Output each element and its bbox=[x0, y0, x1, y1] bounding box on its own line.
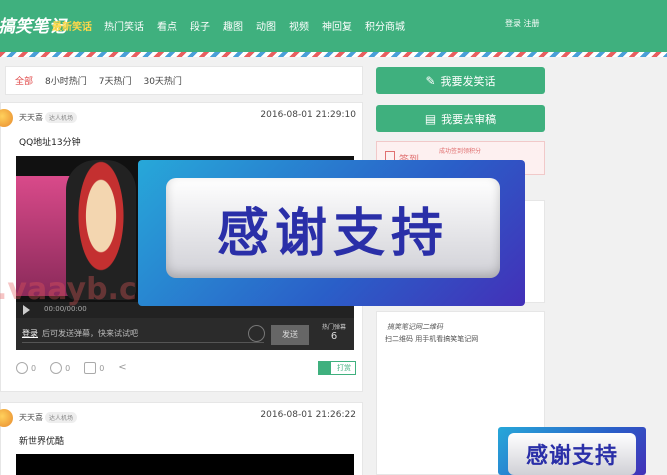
avatar[interactable] bbox=[0, 409, 13, 427]
header-stripe bbox=[0, 52, 667, 57]
hot-danmaku-count: 6 bbox=[330, 331, 338, 342]
post-timestamp: 2016-08-01 21:26:22 bbox=[260, 410, 356, 420]
reward-label: 打赏 bbox=[337, 364, 351, 372]
user-level-badge: 达人机场 bbox=[45, 112, 78, 123]
site-header: 搞笑笔记 最新笑话 热门笑话 看点 段子 趣图 动图 视频 神回复 积分商城 登… bbox=[0, 0, 667, 52]
video-player[interactable] bbox=[16, 454, 354, 475]
thanks-badge-text: 感谢支持 bbox=[525, 443, 618, 469]
nav-item-points-mall[interactable]: 积分商城 bbox=[365, 18, 405, 33]
danmaku-input[interactable]: 登录 后可发送弹幕，快来试试吧 bbox=[22, 325, 264, 343]
smile-icon bbox=[16, 362, 28, 374]
review-label: 我要去审稿 bbox=[441, 112, 497, 126]
avatar[interactable] bbox=[0, 109, 13, 127]
like-button[interactable]: 0 bbox=[16, 362, 36, 374]
post-card: 天天喜 达人机场 2016-08-01 21:26:22 新世界优酷 bbox=[0, 402, 363, 475]
post-timestamp: 2016-08-01 21:29:10 bbox=[260, 110, 356, 120]
user-level-badge: 达人机场 bbox=[45, 412, 78, 423]
post-title[interactable]: QQ地址13分钟 bbox=[19, 135, 81, 148]
danmaku-login-link[interactable]: 登录 bbox=[22, 329, 38, 338]
gift-icon bbox=[319, 362, 331, 374]
danmaku-send-button[interactable]: 发送 bbox=[271, 325, 309, 345]
nav-item-duanzi[interactable]: 段子 bbox=[190, 18, 210, 33]
post-title[interactable]: 新世界优酷 bbox=[19, 434, 64, 447]
document-icon: ▤ bbox=[424, 111, 437, 126]
post-actions: 0 0 0 < bbox=[16, 362, 128, 374]
latest-jokes-link[interactable]: 最新笑话 bbox=[52, 18, 92, 33]
thanks-overlay-plate: 感谢支持 bbox=[166, 178, 500, 278]
post-joke-label: 我要发笑话 bbox=[440, 74, 496, 88]
post-joke-button[interactable]: ✎ 我要发笑话 bbox=[376, 67, 545, 94]
danmaku-bar: 登录 后可发送弹幕，快来试试吧 发送 热门弹幕 6 bbox=[16, 318, 354, 350]
qr-title: 搞笑笔记网二维码 bbox=[387, 323, 443, 331]
comment-icon bbox=[84, 362, 97, 374]
filter-tabs-panel: 全部 8小时热门 7天热门 30天热门 bbox=[5, 66, 363, 95]
tab-7d-hot[interactable]: 7天热门 bbox=[99, 74, 132, 87]
tab-all[interactable]: 全部 bbox=[15, 74, 33, 87]
hot-danmaku-counter[interactable]: 热门弹幕 6 bbox=[317, 322, 351, 346]
post-username[interactable]: 天天喜 bbox=[19, 112, 43, 123]
qr-description: 扫二维码 用手机看搞笑笔记网 bbox=[385, 335, 479, 343]
comment-button[interactable]: 0 bbox=[84, 362, 104, 374]
like-count: 0 bbox=[31, 363, 37, 373]
tab-8h-hot[interactable]: 8小时热门 bbox=[45, 74, 87, 87]
reward-button[interactable]: 打赏 bbox=[318, 361, 356, 375]
hot-danmaku-label: 热门弹幕 bbox=[321, 324, 346, 331]
thanks-badge: 感谢支持 bbox=[498, 427, 646, 475]
nav-item-videos[interactable]: 视频 bbox=[289, 18, 309, 33]
pencil-icon: ✎ bbox=[425, 73, 436, 88]
checkin-tip: 成功签到领积分 bbox=[439, 148, 482, 155]
thanks-badge-plate: 感谢支持 bbox=[508, 433, 636, 475]
sad-icon bbox=[50, 362, 63, 374]
tab-30d-hot[interactable]: 30天热门 bbox=[143, 74, 181, 87]
thanks-overlay: 感谢支持 bbox=[138, 160, 525, 306]
nav-item-fun-pics[interactable]: 趣图 bbox=[223, 18, 243, 33]
nav-item-highlights[interactable]: 看点 bbox=[157, 18, 177, 33]
nav-item-replies[interactable]: 神回复 bbox=[322, 18, 352, 33]
dislike-button[interactable]: 0 bbox=[50, 362, 70, 374]
danmaku-placeholder: 后可发送弹幕，快来试试吧 bbox=[42, 329, 138, 338]
emoji-icon[interactable] bbox=[248, 325, 265, 342]
nav-item-hot-jokes[interactable]: 热门笑话 bbox=[104, 18, 144, 33]
share-icon[interactable]: < bbox=[118, 363, 128, 373]
thanks-overlay-text: 感谢支持 bbox=[216, 202, 449, 264]
post-username[interactable]: 天天喜 bbox=[19, 412, 43, 423]
main-nav: 热门笑话 看点 段子 趣图 动图 视频 神回复 积分商城 bbox=[104, 18, 418, 33]
dislike-count: 0 bbox=[65, 363, 71, 373]
review-button[interactable]: ▤ 我要去审稿 bbox=[376, 105, 545, 132]
comment-count: 0 bbox=[99, 363, 105, 373]
nav-item-gifs[interactable]: 动图 bbox=[256, 18, 276, 33]
login-register-link[interactable]: 登录 注册 bbox=[505, 18, 540, 29]
watermark-text: .vaayb.cn bbox=[0, 272, 159, 307]
